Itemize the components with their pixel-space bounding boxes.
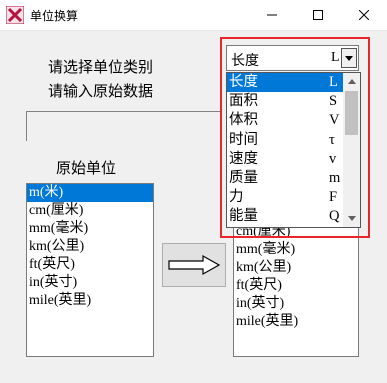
scrollbar-thumb[interactable] (345, 91, 358, 135)
app-icon (5, 5, 25, 25)
source-unit-list[interactable]: m(米) cm(厘米) mm(毫米) km(公里) ft(英尺) in(英寸) … (26, 183, 154, 357)
target-unit-list[interactable]: cm(厘米) mm(毫米) km(公里) ft(英尺) in(英寸) mile(… (233, 222, 359, 357)
list-item[interactable]: mile(英里) (27, 292, 153, 310)
close-icon (359, 10, 369, 20)
category-option[interactable]: 体积 V (227, 111, 360, 130)
scroll-up-icon (347, 79, 356, 84)
scroll-down-icon (347, 216, 356, 221)
category-option[interactable]: 能量 Q (227, 207, 360, 226)
input-frame-left (26, 111, 27, 141)
list-item[interactable]: mile(英里) (234, 313, 358, 331)
list-item[interactable]: mm(毫米) (27, 220, 153, 238)
title-bar: 单位换算 (0, 0, 387, 31)
category-option[interactable]: 力 F (227, 188, 360, 207)
category-option[interactable]: 速度 v (227, 150, 360, 169)
maximize-icon (313, 10, 323, 20)
select-category-label: 请选择单位类别 (48, 58, 154, 76)
category-combobox[interactable]: 长度 L (226, 45, 359, 71)
list-item[interactable]: in(英寸) (234, 295, 358, 313)
dropdown-scrollbar[interactable] (343, 73, 360, 227)
category-option[interactable]: 长度 L (227, 73, 360, 93)
category-dropdown-list[interactable]: 长度 L 面积 S 体积 V 时间 τ 速度 v 质量 m 力 F 能量 Q (226, 72, 361, 228)
combo-selected-name: 长度 (231, 53, 259, 69)
minimize-icon (267, 14, 277, 16)
convert-button[interactable] (162, 243, 226, 287)
scroll-up-button[interactable] (343, 73, 360, 90)
category-option[interactable]: 时间 τ (227, 131, 360, 150)
list-item[interactable]: ft(英尺) (27, 256, 153, 274)
maximize-button[interactable] (295, 0, 341, 30)
list-item[interactable]: cm(厘米) (27, 202, 153, 220)
scroll-down-button[interactable] (343, 210, 360, 227)
right-arrow-icon (168, 254, 221, 276)
category-option[interactable]: 质量 m (227, 169, 360, 188)
source-unit-label: 原始单位 (56, 159, 117, 177)
close-button[interactable] (341, 0, 387, 30)
list-item[interactable]: in(英寸) (27, 274, 153, 292)
combo-selected-symbol: L (331, 50, 340, 65)
window-title: 单位换算 (30, 9, 79, 23)
list-item[interactable]: km(公里) (234, 259, 358, 277)
combo-dropdown-button[interactable] (341, 48, 357, 68)
list-item[interactable]: km(公里) (27, 238, 153, 256)
input-data-label: 请输入原始数据 (48, 82, 154, 100)
input-frame-top (26, 111, 222, 112)
category-option[interactable]: 面积 S (227, 92, 360, 111)
list-item[interactable]: m(米) (27, 184, 153, 202)
dropdown-arrow-icon (345, 55, 353, 61)
list-item[interactable]: mm(毫米) (234, 241, 358, 259)
minimize-button[interactable] (249, 0, 295, 30)
list-item[interactable]: ft(英尺) (234, 277, 358, 295)
